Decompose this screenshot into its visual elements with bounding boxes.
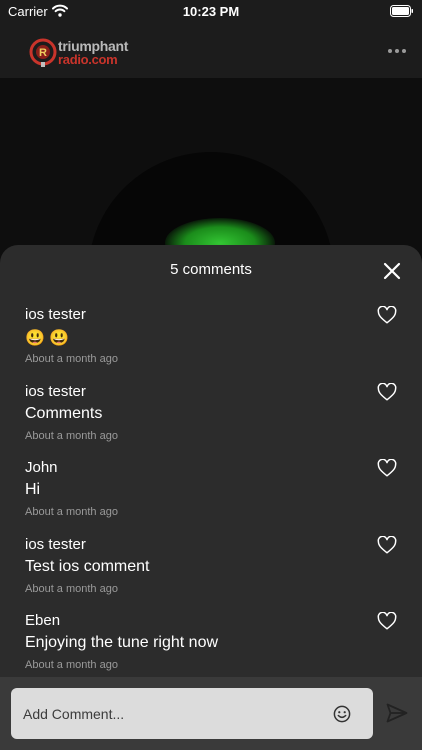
comment-author: ios tester bbox=[25, 536, 86, 553]
comment-item: ios tester Test ios comment About a mont… bbox=[0, 536, 422, 612]
comment-input[interactable] bbox=[11, 688, 373, 739]
comment-text: Hi bbox=[25, 481, 41, 498]
comment-composer bbox=[0, 677, 422, 750]
comment-text: Enjoying the tune right now bbox=[25, 634, 219, 651]
emoji-icon[interactable] bbox=[333, 705, 351, 723]
comment-timestamp: About a month ago bbox=[25, 353, 118, 365]
battery-icon bbox=[390, 5, 413, 17]
comment-item: ios tester 😃 😃 About a month ago bbox=[0, 306, 422, 382]
comment-item: John Hi About a month ago bbox=[0, 459, 422, 535]
comment-timestamp: About a month ago bbox=[25, 506, 118, 518]
comment-text: 😃 😃 bbox=[25, 330, 70, 347]
comment-timestamp: About a month ago bbox=[25, 430, 118, 442]
more-options-icon[interactable] bbox=[386, 44, 408, 58]
app-header: R triumphant radio.com bbox=[0, 24, 422, 78]
comment-text: Comments bbox=[25, 405, 103, 422]
status-bar: Carrier 10:23 PM bbox=[0, 0, 422, 24]
logo-emblem-icon: R bbox=[29, 38, 57, 67]
comment-author: Eben bbox=[25, 612, 61, 629]
logo-text-secondary: radio.com bbox=[58, 52, 118, 67]
status-time: 10:23 PM bbox=[182, 4, 240, 19]
comment-timestamp: About a month ago bbox=[25, 659, 118, 671]
comment-item: ios tester Comments About a month ago bbox=[0, 383, 422, 459]
app-logo[interactable]: R triumphant radio.com bbox=[28, 36, 148, 70]
comment-timestamp: About a month ago bbox=[25, 583, 118, 595]
send-icon[interactable] bbox=[386, 703, 408, 723]
comment-author: John bbox=[25, 459, 58, 476]
comments-count-title: 5 comments bbox=[170, 261, 252, 278]
heart-icon[interactable] bbox=[377, 383, 397, 401]
heart-icon[interactable] bbox=[377, 306, 397, 324]
comment-author: ios tester bbox=[25, 383, 86, 400]
heart-icon[interactable] bbox=[377, 612, 397, 630]
comment-author: ios tester bbox=[25, 306, 86, 323]
comment-text: Test ios comment bbox=[25, 558, 150, 575]
close-icon[interactable] bbox=[382, 261, 402, 281]
heart-icon[interactable] bbox=[377, 536, 397, 554]
comments-sheet: 5 comments ios tester 😃 😃 About a month … bbox=[0, 245, 422, 677]
logo-emblem-letter: R bbox=[39, 47, 47, 59]
heart-icon[interactable] bbox=[377, 459, 397, 477]
